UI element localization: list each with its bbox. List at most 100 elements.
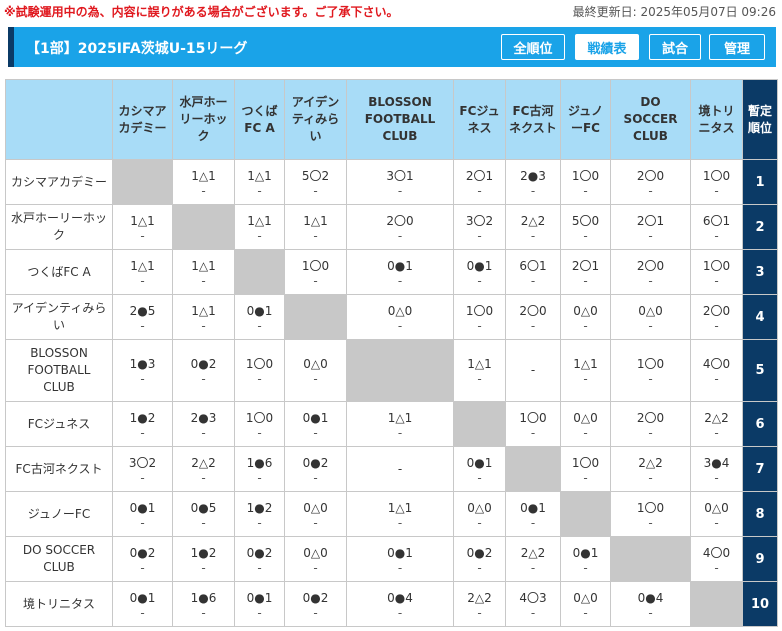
match-result-cell[interactable]: 0△0- [610,294,691,340]
match-second-leg: - [477,372,482,386]
match-result-cell[interactable]: 2〇1- [560,249,611,295]
match-result-cell[interactable]: 0●1- [453,249,506,295]
match-result-cell[interactable]: 0●2- [453,536,506,582]
match-result-cell[interactable]: 0●4- [610,581,691,627]
match-result-cell[interactable]: 2〇0- [610,159,691,205]
match-result-cell[interactable]: 3●4- [690,446,743,492]
match-result-cell[interactable]: 1△1- [453,339,506,402]
match-result-cell[interactable]: 0●2- [172,339,235,402]
match-second-leg: - [648,515,653,530]
match-result-cell[interactable]: 0△0- [690,491,743,537]
match-result-cell[interactable]: 6〇1- [505,249,561,295]
matches-button[interactable]: 試合 [649,34,701,60]
match-result-cell[interactable]: 0●1- [453,446,506,492]
match-result-cell[interactable]: 0●1- [234,294,285,340]
match-result-cell[interactable]: 1●3- [112,339,173,402]
match-result-cell[interactable]: 0●2- [234,536,285,582]
match-result-cell[interactable]: 1△1- [284,204,347,250]
match-result-cell[interactable]: 0●1- [112,581,173,627]
match-result-cell[interactable]: 1△1- [172,294,235,340]
match-result-cell[interactable]: 2●5- [112,294,173,340]
match-result-cell[interactable]: 1〇0- [453,294,506,340]
match-result-cell[interactable]: 4〇0- [690,536,743,582]
match-result-cell[interactable]: 3〇1- [346,159,454,205]
match-result-cell[interactable]: 1△1- [346,401,454,447]
match-result-cell[interactable]: 1△1- [112,249,173,295]
match-result-cell[interactable]: 0△0- [284,491,347,537]
match-result-cell[interactable]: 5〇2- [284,159,347,205]
match-result-cell[interactable]: 2〇0- [690,294,743,340]
match-result-cell[interactable]: 1〇0- [610,491,691,537]
match-result-cell[interactable]: 0●1- [284,401,347,447]
match-result-cell[interactable]: 2〇0- [610,401,691,447]
match-second-leg: - [530,605,536,620]
match-result-cell[interactable]: 0●2- [112,536,173,582]
match-result-cell[interactable]: 1〇0- [284,249,347,295]
match-result-cell[interactable]: 0△0- [284,536,347,582]
match-result-cell[interactable]: 1〇0- [690,159,743,205]
match-result-cell[interactable]: 1●6- [234,446,285,492]
match-result-cell[interactable]: 2△2- [610,446,691,492]
match-result-cell[interactable]: 6〇1- [690,204,743,250]
match-result-cell[interactable]: 1△1- [234,159,285,205]
match-result-cell[interactable]: 5〇0- [560,204,611,250]
match-result-cell[interactable]: 0△0- [346,294,454,340]
match-result-cell[interactable]: 2〇1- [610,204,691,250]
match-result-cell[interactable]: 0●4- [346,581,454,627]
match-result-cell[interactable]: 0●5- [172,491,235,537]
match-score: 4〇0 [702,357,731,371]
match-result-cell[interactable]: 1〇0- [234,401,285,447]
match-result-cell[interactable]: 1△1- [172,159,235,205]
match-result-cell[interactable]: 1〇0- [560,446,611,492]
match-result-cell[interactable]: 2●3- [172,401,235,447]
match-result-cell[interactable]: 1●2- [112,401,173,447]
match-result-cell[interactable]: 1●6- [172,581,235,627]
match-result-cell[interactable]: 1〇0- [505,401,561,447]
match-result-cell[interactable]: - [346,446,454,492]
results-table-button[interactable]: 戦績表 [575,34,639,60]
match-result-cell[interactable]: 3〇2- [112,446,173,492]
match-result-cell[interactable]: 2△2- [505,536,561,582]
match-result-cell[interactable]: 0●1- [346,536,454,582]
match-result-cell[interactable]: 2●3- [505,159,561,205]
match-result-cell[interactable]: 1〇0- [690,249,743,295]
match-result-cell[interactable]: 1〇0- [234,339,285,402]
match-result-cell[interactable]: 0●2- [284,446,347,492]
match-result-cell[interactable]: 0●1- [112,491,173,537]
match-result-cell[interactable]: 0●1- [505,491,561,537]
match-result-cell[interactable]: 1●2- [172,536,235,582]
match-result-cell[interactable]: 1△1- [234,204,285,250]
match-result-cell[interactable]: 4〇3- [505,581,561,627]
admin-button[interactable]: 管理 [709,34,765,60]
match-result-cell[interactable]: 1△1- [112,204,173,250]
match-result-cell[interactable]: 2△2- [690,401,743,447]
match-result-cell[interactable]: 0●2- [284,581,347,627]
match-result-cell[interactable]: 3〇2- [453,204,506,250]
match-result-cell[interactable]: 1〇0- [610,339,691,402]
match-result-cell[interactable]: 1△1- [346,491,454,537]
match-result-cell[interactable]: 0●1- [234,581,285,627]
match-result-cell[interactable]: 0△0- [560,294,611,340]
match-result-cell[interactable]: 0△0- [284,339,347,402]
match-result-cell[interactable]: 0△0- [560,401,611,447]
match-result-cell[interactable]: 2〇0- [505,294,561,340]
match-result-cell[interactable]: 2〇0- [346,204,454,250]
match-result-cell[interactable]: 0△0- [560,581,611,627]
match-result-cell[interactable]: 2△2- [453,581,506,627]
match-result-cell[interactable]: 1△1- [172,249,235,295]
match-result-cell[interactable]: 1△1- [560,339,611,402]
match-score: 1△1 [467,357,492,371]
standings-button[interactable]: 全順位 [501,34,565,60]
match-result-cell[interactable]: 2△2- [505,204,561,250]
match-result-cell[interactable]: 0●1- [346,249,454,295]
match-result-cell[interactable]: 1〇0- [560,159,611,205]
match-score: 0●1 [302,410,329,425]
match-result-cell[interactable]: 1●2- [234,491,285,537]
match-result-cell[interactable]: 4〇0- [690,339,743,402]
match-result-cell[interactable]: 2〇1- [453,159,506,205]
match-result-cell[interactable]: 0●1- [560,536,611,582]
match-result-cell[interactable]: - [505,339,561,402]
match-result-cell[interactable]: 0△0- [453,491,506,537]
match-result-cell[interactable]: 2△2- [172,446,235,492]
match-result-cell[interactable]: 2〇0- [610,249,691,295]
